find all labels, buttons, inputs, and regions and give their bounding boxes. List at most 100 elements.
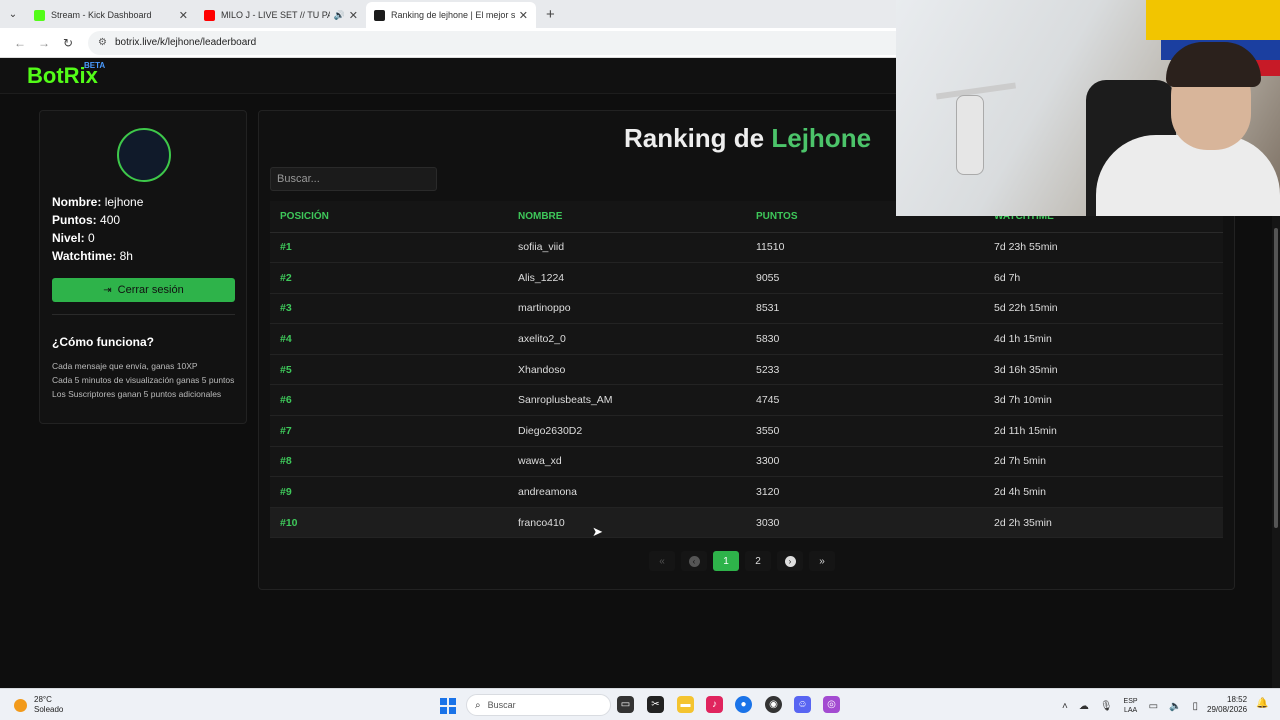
column-header-position[interactable]: POSICIÓN <box>270 201 508 233</box>
close-icon[interactable]: ✕ <box>519 9 528 22</box>
pagination: « ‹ 1 2 › » <box>649 551 835 571</box>
profile-value: 400 <box>100 213 121 227</box>
reload-icon[interactable]: ↻ <box>56 36 80 50</box>
capcut-icon[interactable]: ✂ <box>647 696 664 713</box>
close-icon[interactable]: ✕ <box>179 9 188 22</box>
forward-arrow-icon[interactable]: → <box>32 36 56 50</box>
row-name: Xhandoso <box>508 354 746 386</box>
row-points: 9055 <box>746 262 984 294</box>
back-arrow-icon[interactable]: ← <box>8 36 32 50</box>
instagram-icon[interactable]: ◎ <box>823 696 840 713</box>
clock-time: 18:52 <box>1227 695 1248 704</box>
profile-label: Watchtime: <box>52 249 117 263</box>
title-prefix: Ranking de <box>624 123 772 153</box>
keyboard-layout: LAA <box>1123 707 1138 714</box>
obs-icon[interactable]: ◉ <box>765 696 782 713</box>
scrollbar-thumb[interactable] <box>1274 228 1278 528</box>
weather-temp: 28°C <box>34 695 52 704</box>
close-icon[interactable]: ✕ <box>349 9 358 22</box>
list-item: Los Suscriptores ganan 5 puntos adiciona… <box>52 389 222 399</box>
volume-icon[interactable]: 🔈 <box>1169 701 1181 712</box>
site-info-icon[interactable]: ⚙ <box>98 37 107 48</box>
profile-value: 0 <box>88 231 95 245</box>
battery-icon[interactable]: ▯ <box>1192 701 1198 712</box>
profile-label: Nivel: <box>52 231 85 245</box>
list-item: Cada mensaje que envía, ganas 10XP <box>52 361 198 371</box>
kick-favicon-icon <box>34 9 45 21</box>
chevron-left-icon: ‹ <box>688 555 700 567</box>
youtube-favicon-icon <box>204 9 215 21</box>
row-points: 4745 <box>746 384 984 417</box>
row-watchtime: 3d 7h 10min <box>984 384 1223 417</box>
discord-icon[interactable]: ☺ <box>794 696 811 713</box>
weather-condition: Soleado <box>34 705 64 714</box>
page-2-button[interactable]: 2 <box>745 551 771 571</box>
search-input[interactable] <box>270 167 437 191</box>
row-watchtime: 6d 7h <box>984 262 1223 294</box>
tab-search-chevron-icon[interactable]: ⌄ <box>0 0 26 28</box>
list-item: Cada 5 minutos de visualización ganas 5 … <box>52 375 235 385</box>
speaker-icon[interactable]: 🔊 <box>334 10 345 21</box>
next-page-button[interactable]: › <box>777 551 803 571</box>
avatar <box>117 128 171 182</box>
taskbar: 28°C Soleado ⌕ Buscar ▭ ✂ ▬ ♪ ● ◉ ☺ ◎ ˄ … <box>0 688 1280 720</box>
first-page-button[interactable]: « <box>649 551 675 571</box>
file-explorer-icon[interactable]: ▬ <box>677 696 694 713</box>
table-row: #6 Sanroplusbeats_AM 4745 3d 7h 10min <box>270 384 1223 417</box>
person-shirt <box>1096 135 1280 216</box>
prev-page-button[interactable]: ‹ <box>681 551 707 571</box>
row-name: sofiia_viid <box>508 232 746 264</box>
new-tab-button[interactable]: + <box>546 6 555 23</box>
tiktok-icon[interactable]: ♪ <box>706 696 723 713</box>
search-icon: ⌕ <box>475 699 481 711</box>
profile-level-row: Nivel: 0 <box>52 229 143 247</box>
row-position: #7 <box>270 415 508 447</box>
profile-watchtime-row: Watchtime: 8h <box>52 247 143 265</box>
chevron-up-icon[interactable]: ˄ <box>1062 701 1068 712</box>
row-watchtime: 5d 22h 15min <box>984 293 1223 325</box>
sun-icon <box>14 698 27 712</box>
beta-badge: BETA <box>84 61 106 70</box>
table-row: #9 andreamona 3120 2d 4h 5min <box>270 476 1223 508</box>
row-points: 5830 <box>746 323 984 355</box>
column-header-name[interactable]: NOMBRE <box>508 201 746 233</box>
table-row: #1 sofiia_viid 11510 7d 23h 55min <box>270 232 1223 264</box>
windows-start-icon[interactable] <box>440 698 456 714</box>
tab-title: Ranking de lejhone | El mejor s <box>391 10 515 20</box>
row-position: #1 <box>270 232 508 264</box>
weather-widget[interactable]: 28°C Soleado <box>14 695 63 715</box>
tab-youtube[interactable]: MILO J - LIVE SET // TU PAZ 🔊 ✕ <box>196 2 366 28</box>
logout-button[interactable]: ⇥ Cerrar sesión <box>52 278 235 302</box>
row-watchtime: 4d 1h 15min <box>984 323 1223 355</box>
task-view-icon[interactable]: ▭ <box>617 696 634 713</box>
clock[interactable]: 18:52 29/08/2026 <box>1207 695 1247 715</box>
row-name: franco410 <box>508 507 746 539</box>
row-points: 5233 <box>746 354 984 386</box>
taskbar-search[interactable]: ⌕ Buscar <box>466 694 611 716</box>
url-field[interactable]: ⚙ botrix.live/k/lejhone/leaderboard <box>88 30 948 55</box>
microphone-icon[interactable]: 🎙 <box>1100 701 1113 712</box>
person-hair <box>1166 42 1261 87</box>
logout-label: Cerrar sesión <box>117 284 184 296</box>
page-1-button[interactable]: 1 <box>713 551 739 571</box>
table-row: #3 martinoppo 8531 5d 22h 15min <box>270 293 1223 325</box>
last-page-button[interactable]: » <box>809 551 835 571</box>
sign-out-icon: ⇥ <box>103 284 112 296</box>
table-row: #4 axelito2_0 5830 4d 1h 15min <box>270 323 1223 355</box>
language-indicator[interactable]: ESP LAA <box>1124 697 1138 715</box>
botrix-logo[interactable]: BotRix BETA <box>27 61 105 89</box>
row-position: #2 <box>270 262 508 294</box>
row-position: #9 <box>270 476 508 508</box>
notification-bell-icon[interactable]: 🔔 <box>1256 698 1268 709</box>
tab-title: MILO J - LIVE SET // TU PAZ <box>221 10 330 20</box>
chrome-icon[interactable]: ● <box>735 696 752 713</box>
row-watchtime: 2d 2h 35min <box>984 507 1223 539</box>
tab-title: Stream - Kick Dashboard <box>51 10 152 20</box>
profile-value: 8h <box>119 249 133 263</box>
taskbar-search-label: Buscar <box>487 700 516 710</box>
table-row: #7 Diego2630D2 3550 2d 11h 15min <box>270 415 1223 447</box>
tab-kick-dashboard[interactable]: Stream - Kick Dashboard ✕ <box>26 2 196 28</box>
network-icon[interactable]: ▭ <box>1149 701 1158 712</box>
tab-ranking[interactable]: Ranking de lejhone | El mejor s ✕ <box>366 2 536 28</box>
cloud-icon[interactable]: ☁ <box>1079 701 1089 712</box>
